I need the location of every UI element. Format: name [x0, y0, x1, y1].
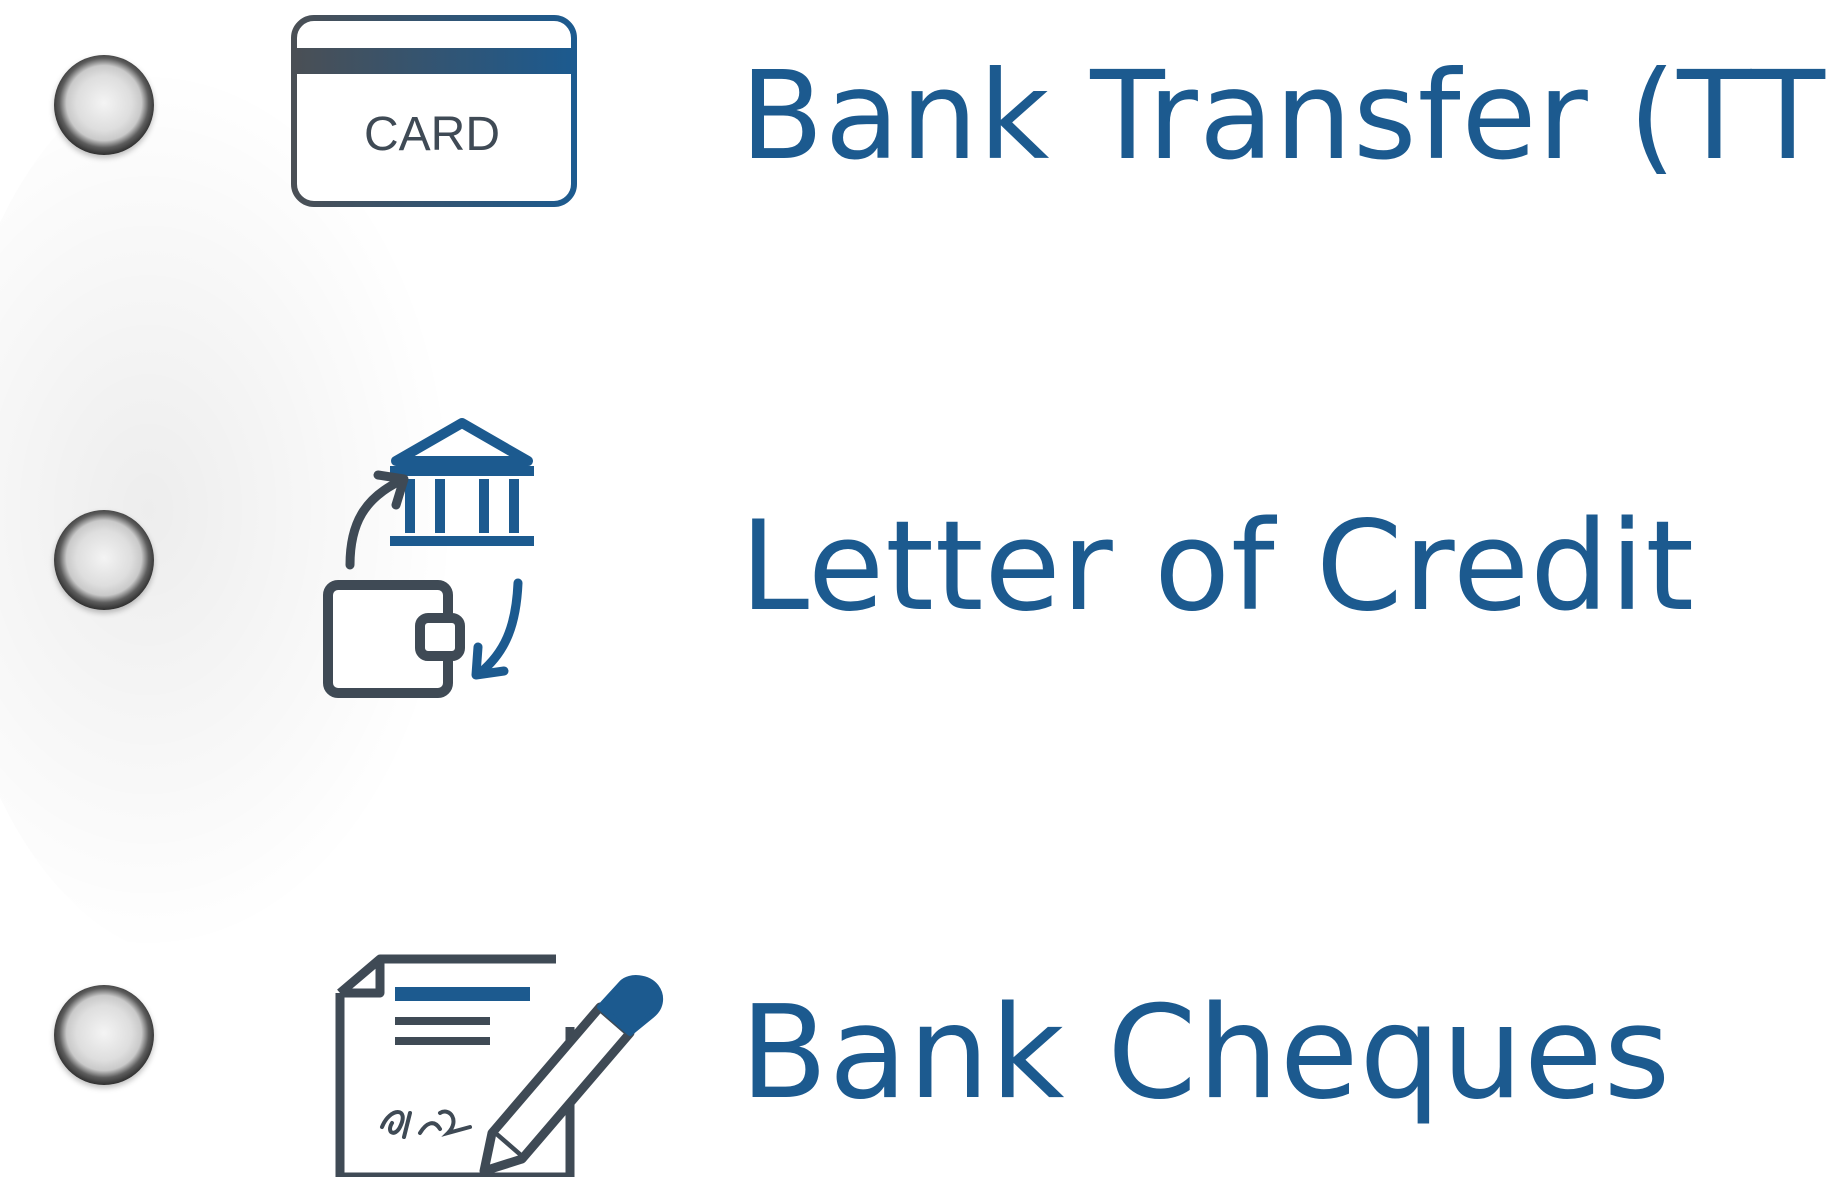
option-label-bank-cheques: Bank Cheques [740, 979, 1672, 1128]
radio-button-bank-cheques[interactable] [54, 985, 154, 1085]
option-label-bank-transfer: Bank Transfer (TT) [740, 45, 1834, 187]
radio-button-letter-of-credit[interactable] [54, 510, 154, 610]
card-icon-text: CARD [364, 108, 500, 161]
signed-cheque-icon [335, 954, 664, 1177]
option-letter-of-credit[interactable]: Letter of Credit [0, 418, 1834, 698]
option-bank-cheques[interactable]: Bank Cheques [0, 915, 1834, 1177]
option-label-letter-of-credit: Letter of Credit [740, 495, 1695, 639]
credit-card-icon: CARD [291, 15, 577, 207]
bank-wallet-exchange-icon [323, 418, 534, 698]
radio-button-bank-transfer[interactable] [54, 55, 154, 155]
option-bank-transfer[interactable]: CARD Bank Transfer (TT) [0, 0, 1834, 240]
